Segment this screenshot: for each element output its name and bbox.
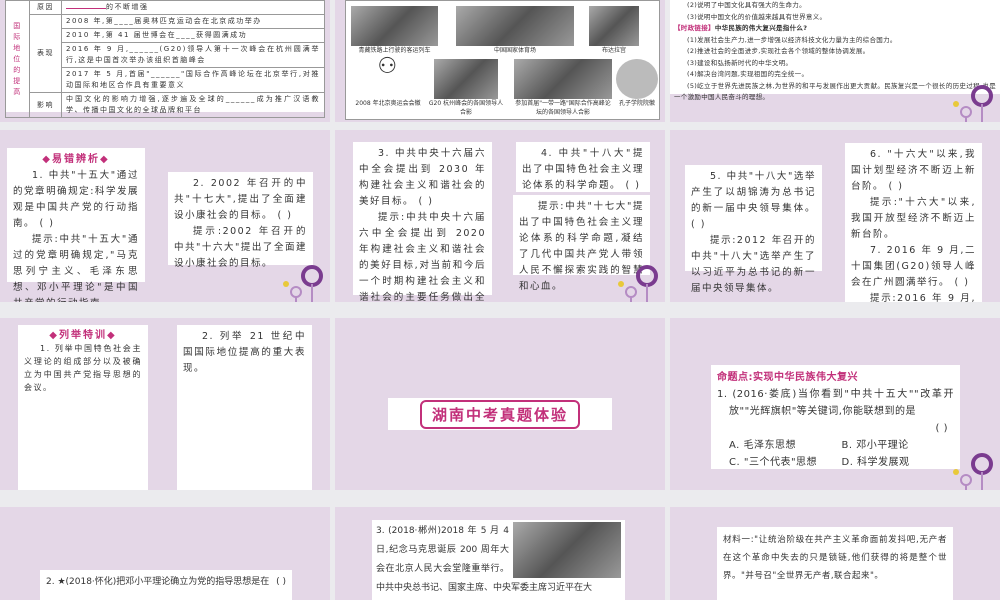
material-box: 材料一:"让统治阶级在共产主义革命面前发抖吧,无产者在这个革命中失去的只是锁链,… [717,527,953,600]
row-label: 原因 [29,0,62,15]
banner-title: 湖南中考真题体验 [419,399,580,429]
exercise-box-2: 2. 列举 21 世纪中国国际地位提高的重大表现。 [177,325,312,490]
table-cell: 2010 年,第 41 届世博会在____获得圆满成功 [61,28,325,43]
photo-panel: 青藏铁路上行驶的客运列车 中国国家体育场 布达拉宫 ⚇ 2008 年北京奥运会会徽… [345,0,660,120]
material-text: 材料一:"让统治阶级在共产主义革命面前发抖吧,无产者在这个革命中失去的只是锁链,… [723,535,947,581]
table-cell: 2008 年,第____届奥林匹克运动会在北京成功举办 [61,14,325,29]
option-b[interactable]: B. 邓小平理论 [842,437,955,454]
confucius-institute-emblem [616,59,658,99]
slide-11[interactable]: 3. (2018·郴州)2018 年 5 月 4 日,纪念马克思诞辰 200 周… [335,507,665,600]
question: 5. 中共"十八大"选举产生了以胡锦涛为总书记的新一届中央领导集体。 ( ) [691,171,816,230]
question: 1. 列举中国特色社会主义理论的组成部分以及被确立为中国共产党指导思想的会议。 [24,344,142,392]
option-a[interactable]: A. 毛泽东思想 [729,437,842,454]
slide-3[interactable]: (2)说明了中国文化具有强大的生命力。 (3)说明中国文化的价值越来越具有世界意… [670,0,1000,122]
slide-9[interactable]: 命题点:实现中华民族伟大复兴 1. (2016·娄底)当你看到"中共十五大""改… [670,318,1000,490]
table-cell: 2017 年 5 月,首届"______"国际合作高峰论坛在北京举行,对推动国际… [61,67,325,93]
question: 4. 中共"十八大"提出了中国特色社会主义理论体系的科学命题。 ( ) [522,148,644,191]
option-c[interactable]: C. "三个代表"思想 [729,454,842,471]
list-item: (1)发展社会生产力,进一步增强以经济科技文化力量为主的综合国力。 [687,35,897,44]
photo-potala [589,6,639,46]
topic-heading: 命题点:实现中华民族伟大复兴 [717,372,858,383]
question-box-6-7: 6. "十六大"以来,我国计划型经济不断迈上新台阶。 ( ) 提示:"十六大"以… [845,143,982,302]
text-line: (2)说明了中国文化具有强大的生命力。 [687,1,806,9]
section-banner: 湖南中考真题体验 [388,398,612,430]
row-label: 影响 [29,92,62,118]
flower-decoration-icon [951,453,993,490]
question-box-1: ◆易错辨析◆ 1. 中共"十五大"通过的党章明确规定:科学发展观是中国共产党的行… [7,148,145,302]
text-panel: (2)说明了中国文化具有强大的生命力。 (3)说明中国文化的价值越来越具有世界意… [670,0,1000,101]
question-box-5: 5. 中共"十八大"选举产生了以胡锦涛为总书记的新一届中央领导集体。 ( ) 提… [685,165,822,294]
caption: G20 杭州峰会的各国领导人合影 [428,100,504,116]
question-box-4: 4. 中共"十八大"提出了中国特色社会主义理论体系的科学命题。 ( ) [516,142,650,192]
row-label: 表现 [29,14,62,93]
text-line: (3)说明中国文化的价值越来越具有世界意义。 [687,12,827,21]
question: 2. 2002 年召开的中共"十七大",提出了全面建设小康社会的目标。 ( ) [174,178,307,221]
photo-g20 [434,59,498,99]
question: 2. ★(2018·怀化)把邓小平理论确立为党的指导思想是在 [46,577,270,587]
list-item: (3)建设和弘扬新时代的中华文明。 [687,58,793,67]
flower-decoration-icon [951,85,993,122]
caption: 布达拉宫 [601,47,626,54]
table-cell: 2016 年 9 月,______(G20)领导人第十一次峰会在杭州圆满举行,这… [61,42,325,68]
slide-5[interactable]: 3. 中共中央十六届六中全会提出到 2030 年构建社会主义和谐社会的美好目标。… [335,130,665,302]
exam-question-3: 3. (2018·郴州)2018 年 5 月 4 日,纪念马克思诞辰 200 周… [372,520,625,600]
question: 1. (2016·娄底)当你看到"中共十五大""改革开放""光辉旗帜"等关键词,… [717,389,954,417]
table-cell: 的不断增强 [61,0,325,15]
link-heading: 【时政链接】中华民族的伟大复兴是指什么? [674,24,808,32]
table-intl-status: 国际地位的提高 原因 的不断增强 表现 2008 年,第____届奥林匹克运动会在… [5,0,325,118]
exercise-box-1: ◆列举特训◆ 1. 列举中国特色社会主义理论的组成部分以及被确立为中国共产党指导… [18,325,148,490]
question: 3. 中共中央十六届六中全会提出到 2030 年构建社会主义和谐社会的美好目标。… [359,148,486,207]
answer-paren: ( ) [276,577,286,587]
question-box-3: 3. 中共中央十六届六中全会提出到 2030 年构建社会主义和谐社会的美好目标。… [353,142,492,302]
photo-conference [513,522,621,578]
slide-1[interactable]: 国际地位的提高 原因 的不断增强 表现 2008 年,第____届奥林匹克运动会在… [0,0,330,122]
side-label: 国际地位的提高 [5,0,30,118]
caption: 中国国家体育场 [493,47,536,54]
option-d[interactable]: D. 科学发展观 [842,454,955,471]
section-heading: ◆易错辨析◆ [42,154,110,165]
table-cell: 中国文化的影响力增强,逐步遍及全球的______成为推广汉语教学、传播中国文化的… [61,92,325,118]
slide-7[interactable]: ◆列举特训◆ 1. 列举中国特色社会主义理论的组成部分以及被确立为中国共产党指导… [0,318,330,490]
caption: 参加首届"一带一路"国际合作高峰论坛的各国领导人合影 [515,100,611,116]
flower-decoration-icon [281,265,323,302]
slide-6[interactable]: 5. 中共"十八大"选举产生了以胡锦涛为总书记的新一届中央领导集体。 ( ) 提… [670,130,1000,302]
question: 1. 中共"十五大"通过的党章明确规定:科学发展观是中国共产党的行动指南。 ( … [13,170,139,229]
olympic-emblem-icon: ⚇ [377,54,399,79]
slide-12[interactable]: 材料一:"让统治阶级在共产主义革命面前发抖吧,无产者在这个革命中失去的只是锁链,… [670,507,1000,600]
question-box-2: 2. 2002 年召开的中共"十七大",提出了全面建设小康社会的目标。 ( ) … [168,172,313,269]
hint: 提示:2012 年召开的中共"十八大"选举产生了以习近平为总书记的新一届中央领导… [691,235,816,294]
list-item: (2)推进社会的全面进步,实现社会各个领域的整体协调发展。 [687,47,870,55]
answer-paren: ( ) [935,423,948,434]
hint: 提示:"十六大"以来,我国开放型经济不断迈上新台阶。 [851,197,976,240]
section-heading: ◆列举特训◆ [49,330,117,341]
exam-question-1: 命题点:实现中华民族伟大复兴 1. (2016·娄底)当你看到"中共十五大""改… [711,365,960,469]
slide-2[interactable]: 青藏铁路上行驶的客运列车 中国国家体育场 布达拉宫 ⚇ 2008 年北京奥运会会徽… [335,0,665,122]
list-item: (4)解决台湾问题,实现祖国的完全统一。 [687,70,809,78]
question: 6. "十六大"以来,我国计划型经济不断迈上新台阶。 ( ) [851,149,976,192]
photo-stadium [456,6,574,46]
photo-belt-road [514,59,612,99]
question: 2. 列举 21 世纪中国国际地位提高的重大表现。 [183,331,306,374]
exam-question-2: 2. ★(2018·怀化)把邓小平理论确立为党的指导思想是在 ( ) [40,570,292,600]
hint: 提示:中共"十五大"通过的党章明确规定,"马克思列宁主义、毛泽东思想、邓小平理论… [13,234,139,302]
hint: 提示:2016 年 9 月,二十国集团(G20)领导人峰会在杭州圆满举行。 [870,293,976,302]
photo-train [351,6,438,46]
caption: 孔子学院院徽 [618,100,655,107]
caption: 2008 年北京奥运会会徽 [355,100,421,107]
flower-decoration-icon [616,265,658,302]
slide-10[interactable]: 2. ★(2018·怀化)把邓小平理论确立为党的指导思想是在 ( ) [0,507,330,600]
slide-4[interactable]: ◆易错辨析◆ 1. 中共"十五大"通过的党章明确规定:科学发展观是中国共产党的行… [0,130,330,302]
hint: 提示:中共中央十六届六中全会提出到 2020 年构建社会主义和谐社会的美好目标,… [359,212,486,302]
question: 7. 2016 年 9 月,二十国集团(G20)领导人峰会在广州圆满举行。 ( … [851,245,976,288]
